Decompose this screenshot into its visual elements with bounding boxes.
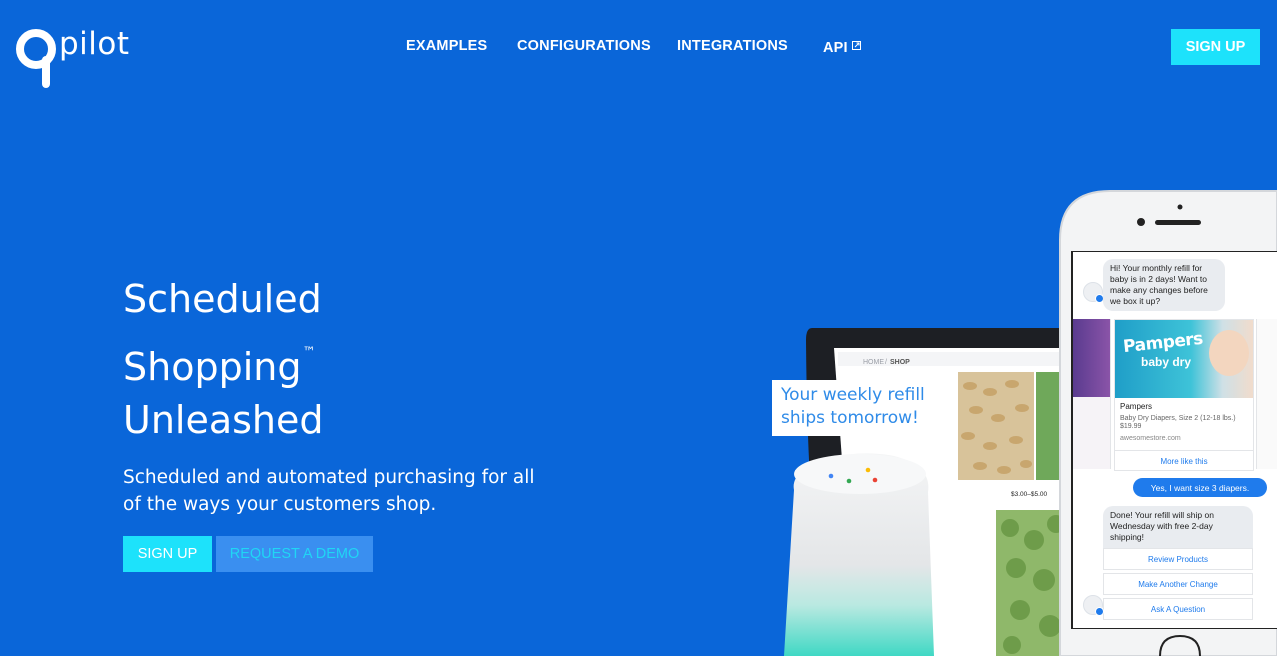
quick-reply-make-another-change[interactable]: Make Another Change	[1103, 573, 1253, 595]
tablet-breadcrumb-shop: SHOP	[890, 359, 910, 366]
product-price: $19.99	[1120, 423, 1142, 430]
hero-signup-button[interactable]: SIGN UP	[123, 536, 212, 572]
tablet-breadcrumb-home: HOME	[863, 359, 884, 366]
bot-message-refill: Hi! Your monthly refill for baby is in 2…	[1103, 259, 1225, 311]
product-card[interactable]: Pampers baby dry Pampers Baby Dry Diaper…	[1114, 319, 1254, 471]
product-image: Pampers baby dry	[1115, 320, 1253, 398]
product-image-variant: baby dry	[1141, 355, 1192, 369]
nav-api[interactable]: API	[823, 38, 861, 56]
quick-reply-review-products[interactable]: Review Products	[1103, 548, 1253, 570]
product-description: Baby Dry Diapers, Size 2 (12-18 lbs.)	[1120, 415, 1236, 422]
quick-reply-ask-question[interactable]: Ask A Question	[1103, 598, 1253, 620]
bot-avatar-icon	[1083, 595, 1104, 616]
user-message: Yes, I want size 3 diapers.	[1133, 478, 1267, 497]
hero-title-line-3: Unleashed	[123, 398, 324, 442]
carousel-previous-card[interactable]	[1073, 319, 1111, 469]
hero-title-line-2-text: Shopping	[123, 345, 302, 389]
carousel-next-card[interactable]	[1256, 319, 1277, 469]
trademark-symbol: ™	[302, 345, 316, 360]
hero-title: Scheduled Shopping™ Unleashed	[123, 273, 324, 447]
tablet-price-range: $3.00–$5.00	[1011, 491, 1048, 498]
bot-message-confirmation: Done! Your refill will ship on Wednesday…	[1103, 506, 1253, 548]
nav-configurations[interactable]: CONFIGURATIONS	[517, 38, 651, 54]
more-like-this-link[interactable]: More like this	[1115, 450, 1253, 471]
hero-title-line-2: Shopping™	[123, 326, 324, 394]
main-nav: EXAMPLES CONFIGURATIONS INTEGRATIONS API	[0, 38, 1277, 58]
phone-chat-screen: Hi! Your monthly refill for baby is in 2…	[1073, 252, 1277, 628]
bot-avatar-icon	[1083, 282, 1104, 303]
hero-subtitle: Scheduled and automated purchasing for a…	[123, 467, 535, 515]
product-name: Pampers	[1120, 402, 1153, 411]
nav-integrations[interactable]: INTEGRATIONS	[677, 38, 788, 54]
nav-examples[interactable]: EXAMPLES	[406, 38, 487, 54]
hero-title-line-1: Scheduled	[123, 277, 322, 321]
product-domain: awesomestore.com	[1120, 435, 1181, 442]
smart-speaker-illustration	[784, 453, 934, 656]
external-link-icon	[851, 38, 861, 54]
tablet-breadcrumb-sep: /	[885, 359, 887, 366]
tablet-illustration: HOME / SHOP $3.00–$5.00	[806, 328, 1066, 656]
request-demo-button[interactable]: REQUEST A DEMO	[216, 536, 373, 572]
product-image-brand: Pampers	[1122, 328, 1204, 358]
speaker-speech-bubble: Your weekly refill ships tomorrow!	[772, 380, 930, 445]
baby-photo-icon	[1209, 330, 1249, 376]
nav-api-label: API	[823, 40, 848, 56]
header-signup-button[interactable]: SIGN UP	[1171, 29, 1260, 65]
